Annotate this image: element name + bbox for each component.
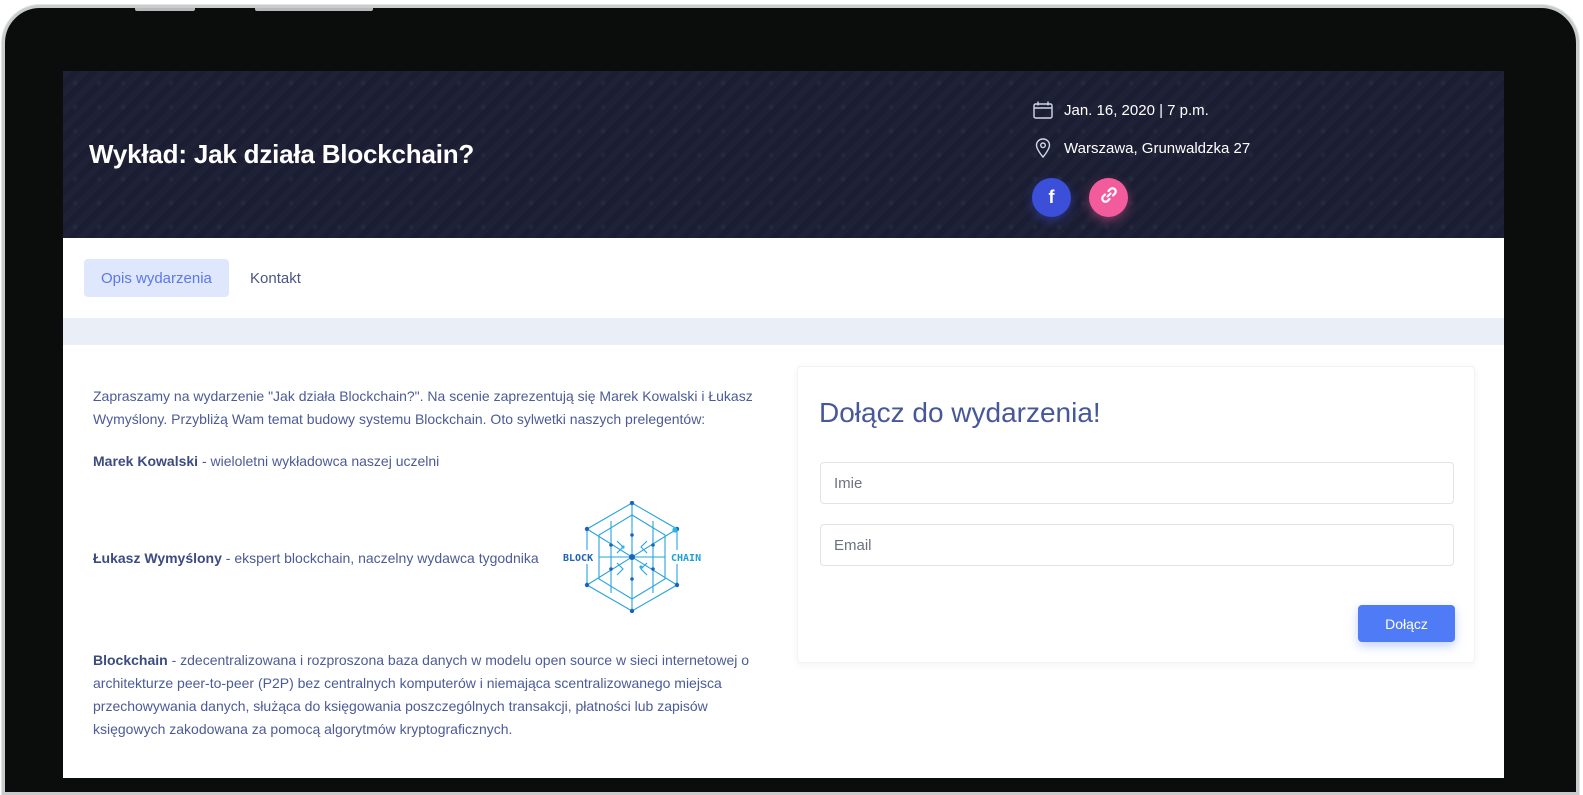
copy-link-button[interactable] xyxy=(1089,178,1128,217)
signup-title: Dołącz do wydarzenia! xyxy=(819,397,1101,428)
event-date-row: Jan. 16, 2020 | 7 p.m. xyxy=(1032,99,1209,121)
event-content: Zapraszamy na wydarzenie "Jak działa Blo… xyxy=(68,345,1499,778)
event-intro: Zapraszamy na wydarzenie "Jak działa Blo… xyxy=(93,388,753,427)
blockchain-logo: BLOCK CHAIN xyxy=(557,500,707,614)
tab-contact[interactable]: Kontakt xyxy=(233,259,318,297)
event-title: Wykład: Jak działa Blockchain? xyxy=(89,139,475,169)
event-tabs: Opis wydarzenia Kontakt xyxy=(63,238,1504,318)
speaker-1-desc: - wieloletni wykładowca naszej uczelni xyxy=(198,453,440,469)
event-date: Jan. 16, 2020 | 7 p.m. xyxy=(1064,101,1209,119)
browser-screen: Wykład: Jak działa Blockchain? Jan. 16, … xyxy=(63,71,1504,778)
facebook-icon: f xyxy=(1048,187,1055,207)
email-input[interactable] xyxy=(820,524,1454,566)
name-input[interactable] xyxy=(820,462,1454,504)
event-location: Warszawa, Grunwaldzka 27 xyxy=(1064,139,1251,157)
map-pin-icon xyxy=(1032,137,1054,159)
event-location-row: Warszawa, Grunwaldzka 27 xyxy=(1032,137,1250,159)
section-divider xyxy=(63,318,1504,345)
definition-text: - zdecentralizowana i rozproszona baza d… xyxy=(93,652,750,737)
logo-right-text: CHAIN xyxy=(671,553,701,564)
speaker-2-name: Łukasz Wymyślony xyxy=(93,550,222,566)
event-hero: Wykład: Jak działa Blockchain? Jan. 16, … xyxy=(63,71,1504,238)
speaker-1: Marek Kowalski - wieloletni wykładowca n… xyxy=(93,450,753,473)
join-button[interactable]: Dołącz xyxy=(1358,605,1455,642)
link-icon xyxy=(1100,186,1118,209)
blockchain-definition: Blockchain - zdecentralizowana i rozpros… xyxy=(93,649,753,741)
bezel-button xyxy=(255,8,373,11)
definition-term: Blockchain xyxy=(93,652,168,668)
tab-description[interactable]: Opis wydarzenia xyxy=(84,259,229,297)
logo-left-text: BLOCK xyxy=(563,553,593,564)
signup-card: Dołącz do wydarzenia! Dołącz xyxy=(797,366,1475,663)
bezel-button xyxy=(135,8,195,11)
speaker-2-desc: - ekspert blockchain, naczelny wydawca t… xyxy=(221,550,539,566)
facebook-share-button[interactable]: f xyxy=(1032,178,1071,217)
speaker-1-name: Marek Kowalski xyxy=(93,453,199,469)
calendar-icon xyxy=(1032,99,1054,121)
